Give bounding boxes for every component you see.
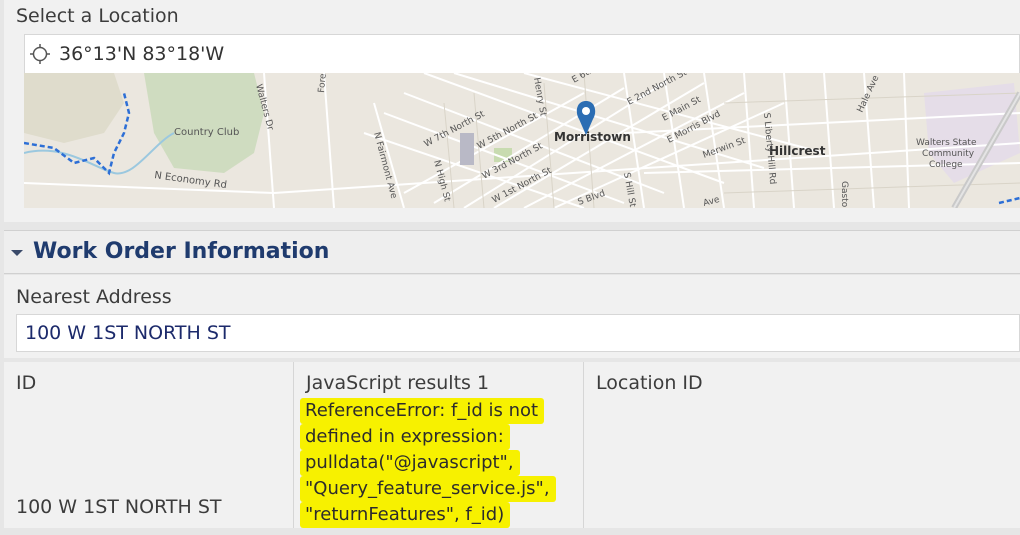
location-panel: Select a Location 36°13'N 83°18'W Countr… xyxy=(4,0,1020,222)
map-canvas[interactable]: Country Club Morristown Hillcrest Walter… xyxy=(24,73,1020,208)
location-map[interactable]: Country Club Morristown Hillcrest Walter… xyxy=(24,73,1020,208)
map-label-morristown: Morristown xyxy=(554,130,631,144)
js-error-message: ReferenceError: f_id is not defined in e… xyxy=(300,398,556,528)
id-cell: ID 100 W 1ST NORTH ST xyxy=(4,362,294,528)
coordinates-field[interactable]: 36°13'N 83°18'W xyxy=(24,34,1020,73)
map-label-merwin: Merwin St xyxy=(702,136,748,161)
js-error-line: defined in expression: xyxy=(300,424,510,450)
crosshair-icon[interactable] xyxy=(29,43,51,65)
js-error-line: "returnFeatures", f_id) xyxy=(300,502,511,528)
map-label-forest-dr: Forest Dr xyxy=(317,73,331,93)
nearest-address-panel: Nearest Address 100 W 1ST NORTH ST xyxy=(4,275,1020,358)
map-label-college-2: Community xyxy=(922,149,975,159)
map-label-hale: Hale Ave xyxy=(856,74,882,115)
js-error-line: "Query_feature_service.js", xyxy=(300,476,556,502)
map-label-hillcrest: Hillcrest xyxy=(769,144,826,158)
js-results-label: JavaScript results 1 xyxy=(306,372,490,394)
location-id-label: Location ID xyxy=(596,372,703,394)
js-results-cell: JavaScript results 1 ReferenceError: f_i… xyxy=(294,362,584,528)
map-label-gasto: Gasto xyxy=(839,181,849,208)
location-label: Select a Location xyxy=(16,5,179,27)
coordinates-value: 36°13'N 83°18'W xyxy=(59,43,225,65)
section-title: Work Order Information xyxy=(33,239,330,264)
map-label-country-club: Country Club xyxy=(174,127,239,138)
js-error-line: ReferenceError: f_id is not xyxy=(300,398,545,424)
id-value: 100 W 1ST NORTH ST xyxy=(16,496,222,518)
js-error-line: pulldata("@javascript", xyxy=(300,450,520,476)
map-label-college-1: Walters State xyxy=(916,138,977,148)
work-order-section-header[interactable]: Work Order Information xyxy=(4,230,1020,274)
id-label: ID xyxy=(16,372,37,394)
map-label-e6: E 6th xyxy=(571,73,596,86)
nearest-address-field[interactable]: 100 W 1ST NORTH ST xyxy=(16,314,1020,352)
nearest-address-label: Nearest Address xyxy=(16,286,172,308)
nearest-address-value: 100 W 1ST NORTH ST xyxy=(25,322,231,344)
location-id-cell: Location ID xyxy=(584,362,1020,528)
map-label-s-liberty: S Liberty Hill Rd xyxy=(761,112,777,184)
collapse-caret-icon[interactable] xyxy=(11,250,23,256)
map-label-college-3: College xyxy=(929,160,963,170)
map-label-ave: Ave xyxy=(702,195,721,208)
map-label-e2nd: E 2nd North St xyxy=(626,73,689,108)
